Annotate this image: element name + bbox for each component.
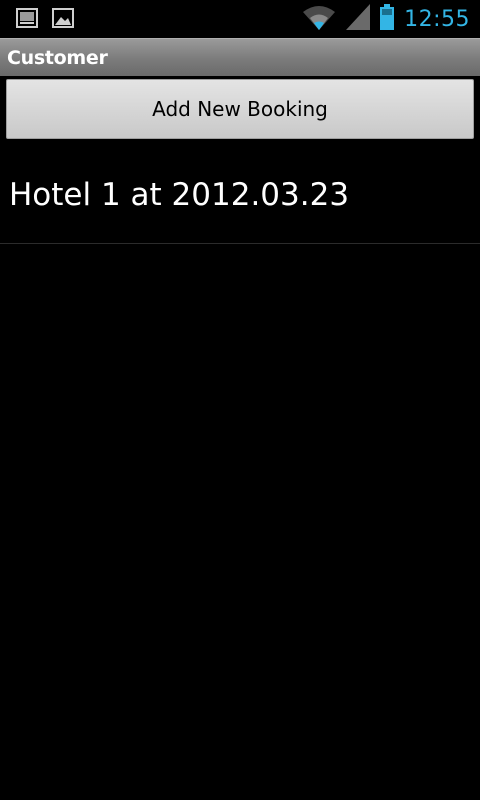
signal-icon [346,4,371,34]
page-title: Customer [7,47,108,69]
booking-label: Hotel 1 at 2012.03.23 [9,177,350,213]
add-new-booking-button[interactable]: Add New Booking [6,79,474,139]
status-bar: 12:55 [0,0,480,38]
wifi-icon [302,4,336,34]
status-clock: 12:55 [404,6,470,32]
booking-list: Hotel 1 at 2012.03.23 [0,150,480,244]
list-item[interactable]: Hotel 1 at 2012.03.23 [0,150,480,244]
notification-area [16,8,74,32]
system-indicators: 12:55 [302,4,470,34]
image-icon [52,8,74,32]
title-bar: Customer [0,38,480,76]
battery-icon [380,4,395,34]
terminal-icon [16,8,38,32]
